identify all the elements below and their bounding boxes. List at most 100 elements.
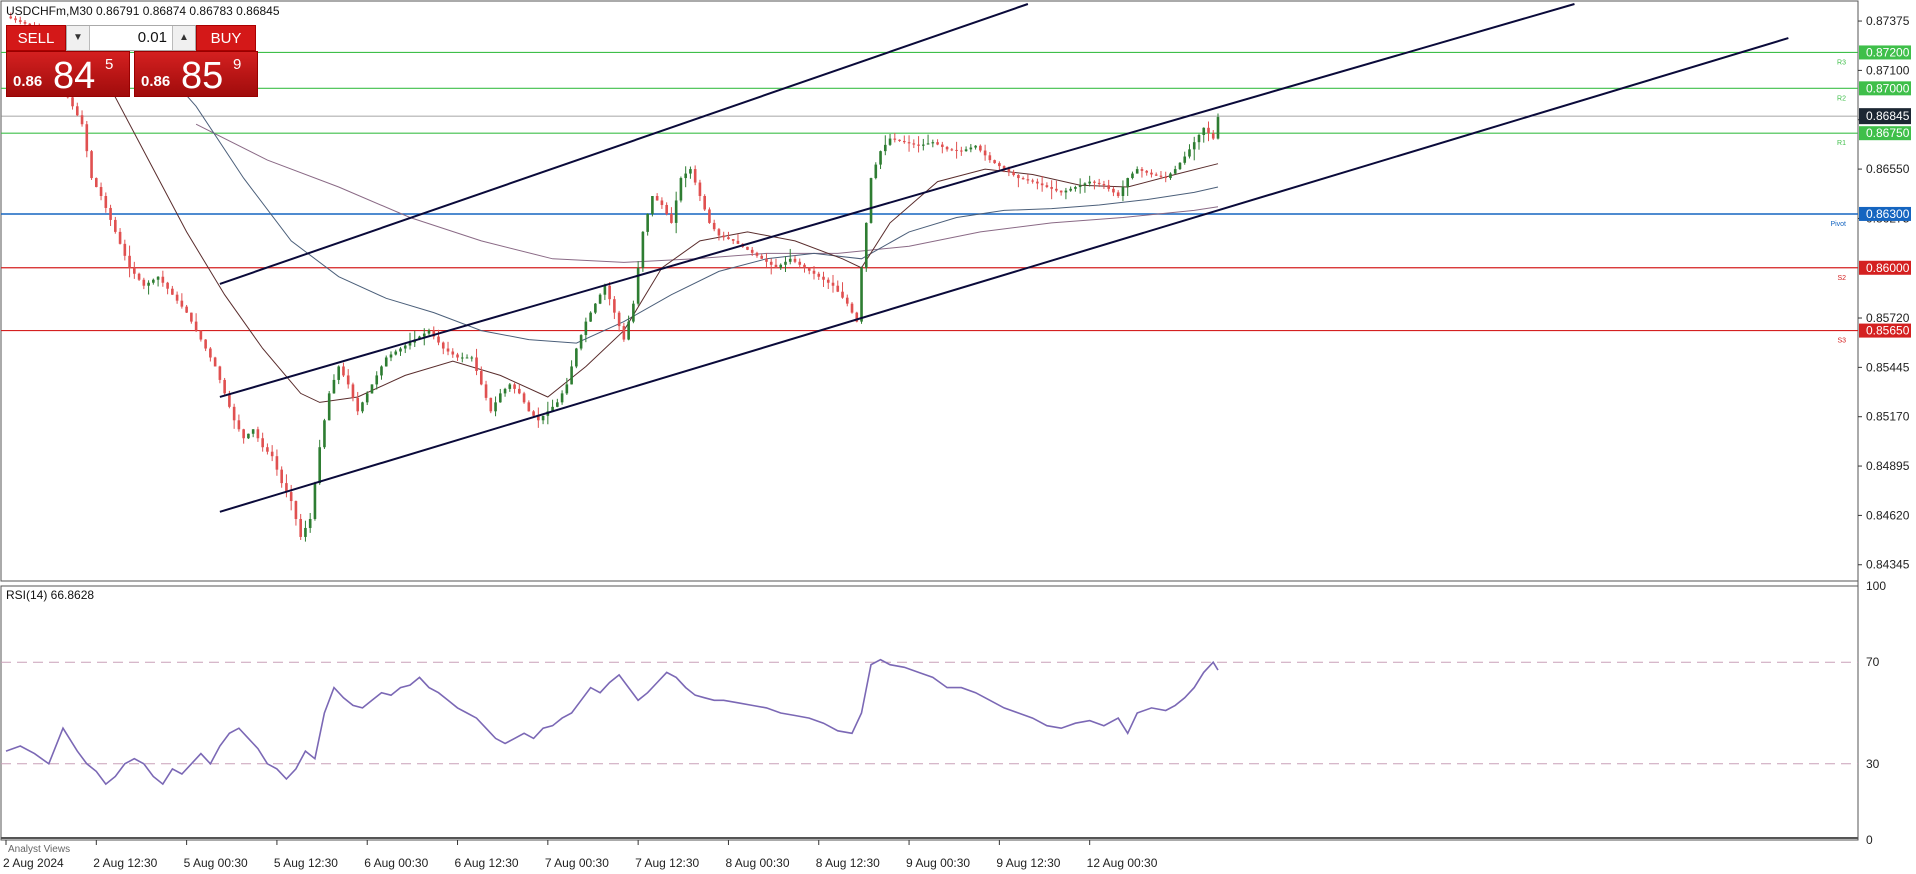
chevron-up-icon[interactable]: ▲ — [172, 26, 195, 50]
candle-body — [380, 366, 383, 376]
price-tick-label: 0.87375 — [1866, 14, 1910, 28]
candle-body — [422, 333, 426, 337]
candle-body — [1154, 174, 1158, 176]
candle-body — [812, 270, 816, 274]
candle-body — [974, 145, 977, 148]
candle-body — [213, 357, 217, 367]
candle-body — [465, 357, 469, 359]
candle-body — [584, 321, 588, 336]
candle-body — [508, 384, 512, 389]
candle-body — [598, 294, 602, 304]
channel-line-2 — [219, 3, 1575, 398]
candle-body — [869, 178, 873, 223]
candle-body — [527, 402, 531, 412]
candle-body — [1135, 169, 1139, 174]
candle-body — [394, 351, 398, 355]
candle-body — [883, 144, 887, 152]
candle-body — [912, 143, 916, 145]
price-tick-label: 0.87100 — [1866, 63, 1910, 77]
candle-body — [760, 255, 764, 259]
candle-body — [518, 388, 521, 394]
candle-body — [94, 178, 98, 188]
candle-body — [185, 306, 188, 313]
candle-body — [788, 258, 792, 262]
time-tick-label: 6 Aug 12:30 — [455, 856, 519, 870]
level-name-r2: R2 — [1837, 95, 1846, 102]
candle-body — [256, 429, 260, 439]
candle-body — [361, 402, 364, 412]
chevron-down-icon[interactable]: ▼ — [67, 26, 90, 50]
candle-body — [594, 303, 597, 313]
candle-body — [190, 312, 193, 322]
candle-body — [1145, 170, 1149, 173]
candle-body — [133, 267, 136, 274]
candle-body — [755, 252, 759, 256]
candle-body — [907, 142, 911, 144]
candle-body — [1021, 178, 1025, 180]
candle-body — [1202, 127, 1206, 135]
level-price-label: 0.87000 — [1866, 81, 1910, 95]
time-tick-label: 9 Aug 12:30 — [996, 856, 1060, 870]
candle-body — [209, 348, 212, 358]
candle-body — [736, 240, 740, 244]
candle-body — [1059, 190, 1063, 193]
candle-body — [898, 139, 901, 141]
candle-body — [1183, 156, 1187, 163]
candle-body — [798, 261, 802, 265]
candle-body — [342, 366, 345, 376]
ask-price-box[interactable]: 0.86 85 9 — [134, 51, 258, 97]
candle-body — [484, 384, 488, 398]
candle-body — [636, 267, 640, 304]
candle-body — [1088, 181, 1091, 184]
price-tick-label: 0.86550 — [1866, 162, 1910, 176]
time-tick-label: 8 Aug 12:30 — [816, 856, 880, 870]
level-name-r3: R3 — [1837, 59, 1846, 66]
rsi-line — [5, 658, 1219, 786]
rsi-tick-label: 0 — [1866, 833, 1873, 847]
candle-body — [902, 140, 906, 143]
level-name-s2: S2 — [1837, 275, 1846, 282]
candle-body — [365, 393, 369, 403]
analyst-views-tab[interactable]: Analyst Views — [8, 844, 70, 855]
candle-body — [204, 339, 207, 349]
candle-body — [337, 366, 341, 380]
candle-body — [955, 149, 958, 151]
candle-body — [489, 397, 493, 412]
candle-body — [541, 415, 545, 421]
candle-body — [784, 261, 787, 265]
bid-price-box[interactable]: 0.86 84 5 — [6, 51, 130, 97]
lot-size-stepper[interactable]: ▼ 0.01 ▲ — [66, 25, 196, 51]
candle-body — [18, 20, 22, 22]
rsi-title: RSI(14) 66.8628 — [6, 588, 95, 602]
candle-body — [1102, 184, 1106, 186]
candle-body — [522, 393, 526, 403]
price-tick-label: 0.85445 — [1866, 360, 1910, 374]
candle-body — [822, 276, 825, 280]
candle-body — [1150, 172, 1153, 175]
candle-body — [969, 147, 973, 150]
candle-body — [104, 196, 108, 208]
candle-body — [289, 492, 293, 502]
candle-body — [118, 231, 122, 244]
candle-body — [1211, 133, 1215, 139]
candle-body — [774, 264, 778, 268]
candle-body — [389, 354, 393, 358]
candle-body — [1112, 188, 1115, 193]
candle-body — [746, 246, 749, 250]
candle-body — [152, 279, 155, 283]
candle-body — [470, 357, 474, 359]
candle-body — [1159, 175, 1163, 177]
buy-button[interactable]: BUY — [196, 25, 256, 51]
candle-body — [1012, 172, 1015, 176]
candle-body — [731, 239, 735, 241]
candle-body — [950, 149, 954, 151]
symbol-quote-line: USDCHFm,M30 0.86791 0.86874 0.86783 0.86… — [6, 4, 280, 18]
candle-body — [646, 213, 649, 232]
lot-size-input[interactable]: 0.01 — [91, 26, 171, 50]
candle-body — [860, 267, 863, 322]
candle-body — [147, 282, 150, 286]
sell-button[interactable]: SELL — [6, 25, 66, 51]
candle-body — [945, 146, 949, 150]
ask-price-prefix: 0.86 — [141, 73, 171, 90]
candle-body — [922, 144, 925, 146]
